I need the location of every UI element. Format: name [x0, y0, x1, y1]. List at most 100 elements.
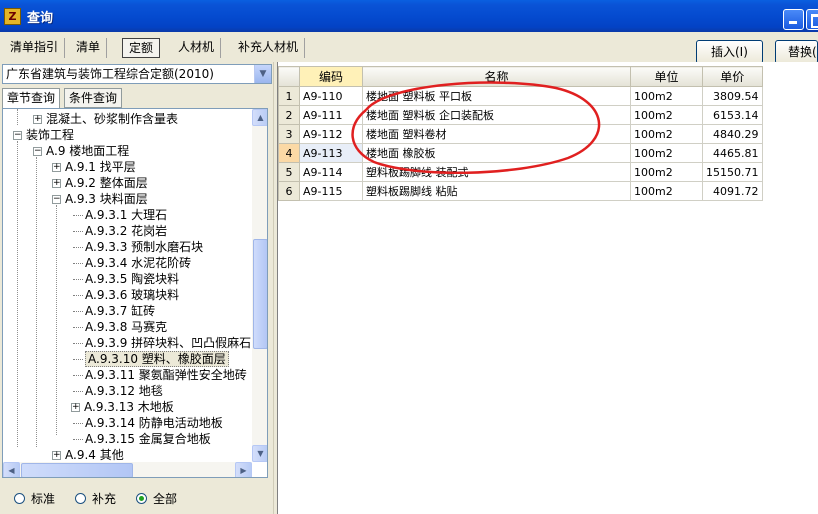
insert-button[interactable]: 插入(I)	[696, 40, 763, 64]
cell-price[interactable]: 4091.72	[702, 181, 763, 201]
cell-unit[interactable]: 100m2	[630, 162, 703, 182]
tree-leaf[interactable]: A.9.3.7 缸砖	[73, 303, 155, 319]
radio-circle-icon[interactable]	[75, 492, 87, 504]
radio-standard[interactable]: 标准	[14, 490, 55, 507]
tree-leaf[interactable]: A.9.3.14 防静电活动地板	[73, 415, 223, 431]
table-header-row: 编码 名称 单位 单价	[278, 66, 763, 87]
chapter-tree[interactable]: + 混凝土、砂浆制作含量表 − 装饰工程 − A.9 楼地面工程 + A.9.1 找平层…	[2, 108, 268, 478]
collapse-icon[interactable]: −	[33, 147, 42, 156]
tree-node[interactable]: + A.9.1 找平层	[52, 159, 136, 175]
table-row[interactable]: 6 A9-115 塑料板踢脚线 粘贴 100m2 4091.72	[278, 181, 763, 201]
column-header-price[interactable]: 单价	[702, 66, 763, 87]
table-row[interactable]: 2 A9-111 楼地面 塑料板 企口装配板 100m2 6153.14	[278, 105, 763, 125]
cell-price[interactable]: 3809.54	[702, 86, 763, 106]
chevron-down-icon[interactable]: ▼	[254, 65, 271, 83]
tree-node[interactable]: − 装饰工程	[13, 127, 74, 143]
cell-code[interactable]: A9-110	[299, 86, 363, 106]
cell-price[interactable]: 15150.71	[702, 162, 763, 182]
tab-labor-materials[interactable]: 人材机	[172, 38, 222, 58]
cell-unit[interactable]: 100m2	[630, 143, 703, 163]
scroll-right-icon[interactable]: ▶	[235, 462, 252, 477]
tree-leaf[interactable]: A.9.3.3 预制水磨石块	[73, 239, 203, 255]
radio-checked-icon[interactable]	[136, 492, 148, 504]
tree-node[interactable]: − A.9.3 块料面层	[52, 191, 148, 207]
row-index: 4	[278, 143, 300, 163]
tab-list-guide[interactable]: 清单指引	[4, 38, 66, 58]
cell-name[interactable]: 塑料板踢脚线 粘贴	[362, 181, 631, 201]
cell-price[interactable]: 4840.29	[702, 124, 763, 144]
tree-leaf[interactable]: A.9.3.15 金属复合地板	[73, 431, 211, 447]
radio-supplementary[interactable]: 补充	[75, 490, 116, 507]
cell-code[interactable]: A9-114	[299, 162, 363, 182]
tree-node[interactable]: + A.9.2 整体面层	[52, 175, 148, 191]
tab-list[interactable]: 清单	[70, 38, 108, 58]
cell-code[interactable]: A9-111	[299, 105, 363, 125]
cell-name[interactable]: 塑料板踢脚线 装配式	[362, 162, 631, 182]
scroll-down-icon[interactable]: ▼	[252, 445, 267, 462]
row-index: 2	[278, 105, 300, 125]
cell-price[interactable]: 6153.14	[702, 105, 763, 125]
tab-condition-search[interactable]: 条件查询	[64, 88, 123, 108]
row-index-header	[278, 66, 300, 87]
minimize-button[interactable]	[783, 9, 804, 30]
cell-name[interactable]: 楼地面 橡胶板	[362, 143, 631, 163]
column-header-code[interactable]: 编码	[299, 66, 363, 87]
tree-leaf-selected[interactable]: A.9.3.10 塑料、橡胶面层	[73, 351, 229, 367]
cell-code[interactable]: A9-113	[299, 143, 363, 163]
tab-chapter-search[interactable]: 章节查询	[2, 88, 61, 109]
table-row[interactable]: 5 A9-114 塑料板踢脚线 装配式 100m2 15150.71	[278, 162, 763, 182]
tree-vertical-scrollbar[interactable]: ▲ ▼	[252, 109, 267, 462]
tree-leaf[interactable]: A.9.3.2 花岗岩	[73, 223, 167, 239]
radio-all[interactable]: 全部	[136, 490, 177, 507]
tree-leaf[interactable]: A.9.3.1 大理石	[73, 207, 167, 223]
quota-library-select[interactable]: 广东省建筑与装饰工程综合定额(2010) ▼	[2, 64, 272, 84]
tree-leaf[interactable]: A.9.3.4 水泥花阶砖	[73, 255, 191, 271]
cell-name[interactable]: 楼地面 塑料卷材	[362, 124, 631, 144]
tree-node[interactable]: − A.9 楼地面工程	[33, 143, 129, 159]
tree-node[interactable]: + A.9.4 其他	[52, 447, 124, 463]
window-title: 查询	[27, 10, 54, 26]
expand-icon[interactable]: +	[71, 403, 80, 412]
table-row-current[interactable]: 4 A9-113 楼地面 橡胶板 100m2 4465.81	[278, 143, 763, 163]
row-index: 6	[278, 181, 300, 201]
column-header-name[interactable]: 名称	[362, 66, 631, 87]
tab-quota[interactable]: 定额	[122, 38, 161, 58]
tab-supplementary-materials[interactable]: 补充人材机	[232, 38, 306, 58]
title-bar: Z 查询	[0, 0, 818, 32]
scroll-left-icon[interactable]: ◀	[3, 462, 20, 477]
column-header-unit[interactable]: 单位	[630, 66, 703, 87]
radio-circle-icon[interactable]	[14, 492, 25, 504]
cell-unit[interactable]: 100m2	[630, 86, 703, 106]
tree-horizontal-scrollbar[interactable]: ◀ ▶	[3, 462, 252, 477]
cell-name[interactable]: 楼地面 塑料板 平口板	[362, 86, 631, 106]
cell-unit[interactable]: 100m2	[630, 181, 703, 201]
tree-leaf[interactable]: A.9.3.5 陶瓷块料	[73, 271, 179, 287]
tree-node[interactable]: + A.9.3.13 木地板	[71, 399, 174, 415]
expand-icon[interactable]: +	[33, 115, 42, 124]
replace-button[interactable]: 替换(	[775, 40, 818, 64]
cell-unit[interactable]: 100m2	[630, 105, 703, 125]
tree-leaf[interactable]: A.9.3.12 地毯	[73, 383, 163, 399]
tree-leaf[interactable]: A.9.3.8 马赛克	[73, 319, 167, 335]
scroll-up-icon[interactable]: ▲	[252, 109, 267, 126]
tree-leaf[interactable]: A.9.3.6 玻璃块料	[73, 287, 179, 303]
tree-leaf[interactable]: A.9.3.11 聚氨酯弹性安全地砖	[73, 367, 247, 383]
cell-name[interactable]: 楼地面 塑料板 企口装配板	[362, 105, 631, 125]
scroll-thumb[interactable]	[253, 239, 267, 349]
expand-icon[interactable]: +	[52, 451, 61, 460]
collapse-icon[interactable]: −	[52, 195, 61, 204]
table-row[interactable]: 1 A9-110 楼地面 塑料板 平口板 100m2 3809.54	[278, 86, 763, 106]
left-panel: 广东省建筑与装饰工程综合定额(2010) ▼ 章节查询 条件查询 + 混凝土、砂浆…	[0, 62, 274, 514]
cell-code[interactable]: A9-115	[299, 181, 363, 201]
collapse-icon[interactable]: −	[13, 131, 22, 140]
maximize-button[interactable]	[806, 9, 818, 30]
expand-icon[interactable]: +	[52, 163, 61, 172]
scroll-thumb[interactable]	[21, 463, 133, 477]
table-row[interactable]: 3 A9-112 楼地面 塑料卷材 100m2 4840.29	[278, 124, 763, 144]
cell-price[interactable]: 4465.81	[702, 143, 763, 163]
expand-icon[interactable]: +	[52, 179, 61, 188]
tree-leaf[interactable]: A.9.3.9 拼碎块料、凹凸假麻石	[73, 335, 251, 351]
tree-node[interactable]: + 混凝土、砂浆制作含量表	[33, 111, 178, 127]
cell-unit[interactable]: 100m2	[630, 124, 703, 144]
cell-code[interactable]: A9-112	[299, 124, 363, 144]
